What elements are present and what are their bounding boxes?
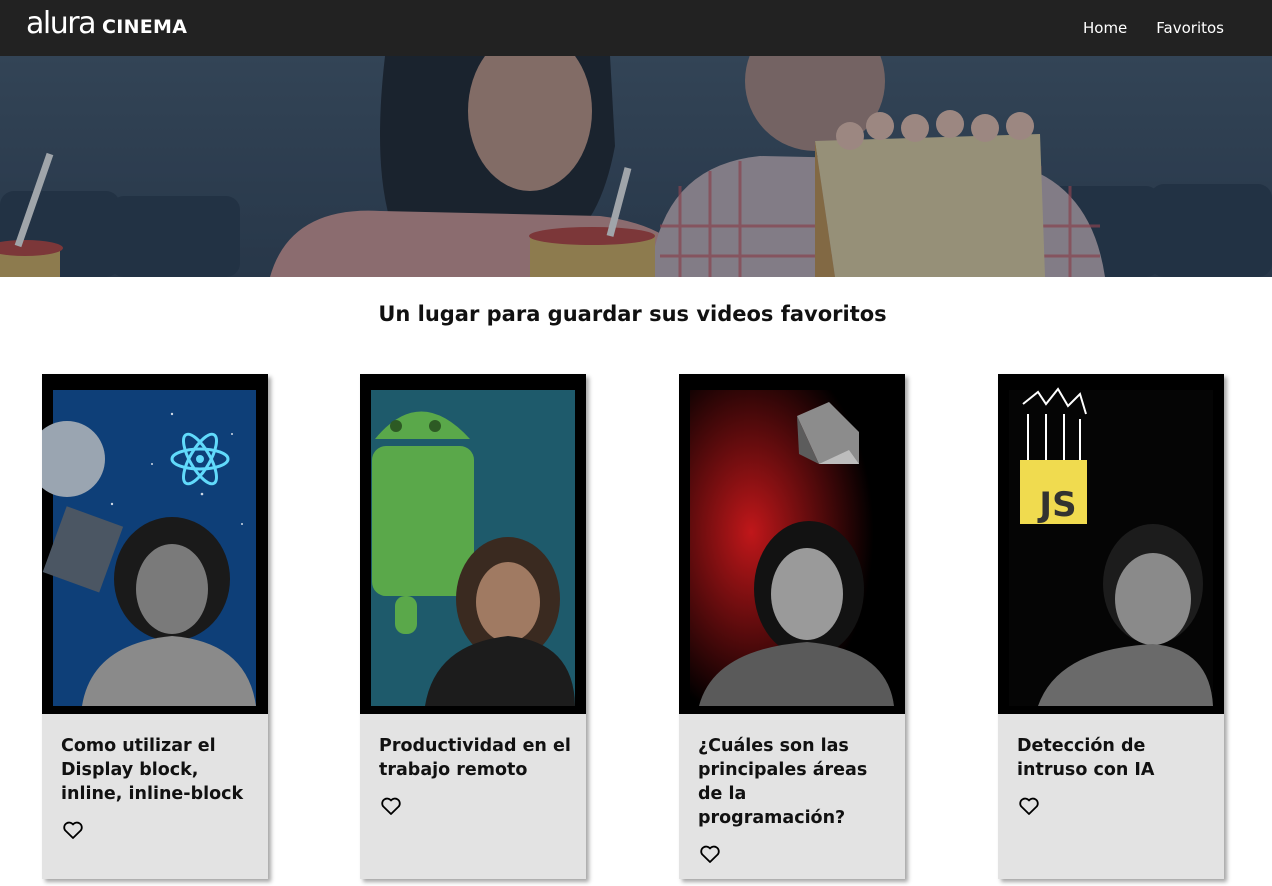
main-nav: Home Favoritos <box>1083 0 1224 56</box>
thumbnail-react-image <box>42 374 268 714</box>
video-card[interactable]: Productividad en el trabajo remoto <box>360 374 586 879</box>
alura-cinema-logo[interactable]: alura CINEMA <box>26 6 187 46</box>
video-card[interactable]: JS Detección de intruso con IA <box>998 374 1224 879</box>
nav-link-home[interactable]: Home <box>1083 19 1127 37</box>
thumbnail-android-image <box>360 374 586 714</box>
video-thumbnail[interactable]: JS <box>998 374 1224 714</box>
video-card[interactable]: Como utilizar el Display block, inline, … <box>42 374 268 879</box>
heart-icon[interactable] <box>61 818 85 842</box>
video-thumbnail[interactable] <box>42 374 268 714</box>
logo-alura-text: alura <box>26 6 96 41</box>
top-navbar: alura CINEMA Home Favoritos <box>0 0 1272 56</box>
video-title: Como utilizar el Display block, inline, … <box>61 736 244 804</box>
heart-icon[interactable] <box>379 794 403 818</box>
thumbnail-javascript-image: JS <box>998 374 1224 714</box>
video-title: Detección de intruso con IA <box>1017 736 1155 780</box>
hero-banner-image <box>0 56 1272 277</box>
thumbnail-dart-image <box>679 374 905 714</box>
cinema-audience-illustration <box>0 56 1272 277</box>
video-title: Productividad en el trabajo remoto <box>379 736 571 780</box>
heart-icon[interactable] <box>698 842 722 866</box>
logo-cinema-text: CINEMA <box>101 16 188 38</box>
video-card[interactable]: ¿Cuáles son las principales áreas de la … <box>679 374 905 879</box>
video-thumbnail[interactable] <box>360 374 586 714</box>
nav-link-favorites[interactable]: Favoritos <box>1156 19 1224 37</box>
video-title: ¿Cuáles son las principales áreas de la … <box>698 736 868 828</box>
svg-text:JS: JS <box>1037 485 1076 525</box>
page-title: Un lugar para guardar sus videos favorit… <box>378 302 887 326</box>
video-thumbnail[interactable] <box>679 374 905 714</box>
heart-icon[interactable] <box>1017 794 1041 818</box>
